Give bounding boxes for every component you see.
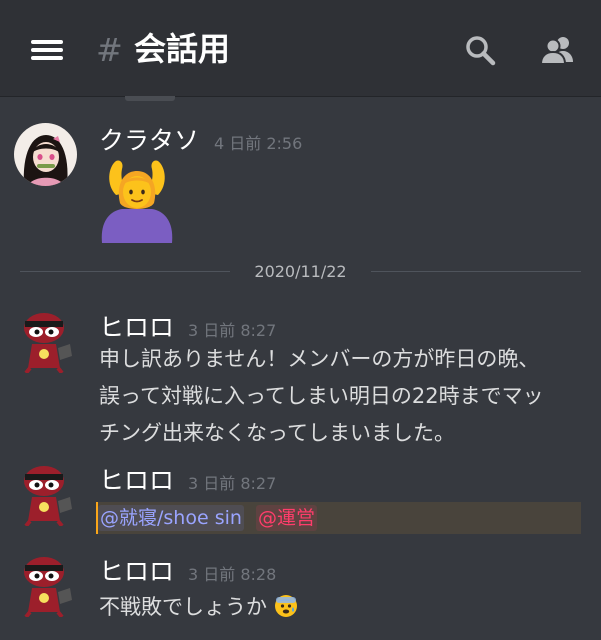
message-text: 不戦敗でしょうか xyxy=(99,592,298,622)
message-author[interactable]: ヒロロ xyxy=(99,557,174,587)
message-text-line: 申し訳ありません！メンバーの方が昨日の晩、 xyxy=(99,347,540,371)
avatar[interactable] xyxy=(14,554,77,617)
members-icon[interactable] xyxy=(540,32,576,68)
message-timestamp: 4 日前 2:56 xyxy=(214,134,303,153)
avatar[interactable] xyxy=(14,463,77,526)
avatar[interactable] xyxy=(14,123,77,186)
channel-header: # 会話用 xyxy=(0,0,601,96)
anxious-face-emoji xyxy=(274,595,297,617)
message-author[interactable]: クラタソ xyxy=(99,126,199,156)
channel-name: 会話用 xyxy=(134,30,231,68)
menu-icon[interactable] xyxy=(31,38,63,62)
user-mention[interactable]: @就寝/shoe sin xyxy=(98,505,244,531)
woman-gesturing-ok-emoji xyxy=(101,160,173,243)
channel-hash-icon: # xyxy=(96,31,123,69)
role-mention[interactable]: @運営 xyxy=(256,505,318,531)
message-timestamp: 3 日前 8:27 xyxy=(188,474,277,493)
date-divider-label: 2020/11/22 xyxy=(246,262,355,281)
date-divider: 2020/11/22 xyxy=(20,262,581,282)
message-timestamp: 3 日前 8:28 xyxy=(188,565,277,584)
message-text-line: チング出来なくなってしまいました。 xyxy=(99,421,455,445)
message-text-line: 誤って対戦に入ってしまい明日の22時までマッ xyxy=(99,384,544,408)
message-author[interactable]: ヒロロ xyxy=(99,313,174,343)
mention-highlight: @就寝/shoe sin @運営 xyxy=(96,502,581,534)
avatar[interactable] xyxy=(14,310,77,373)
scroll-indicator xyxy=(125,96,175,101)
message-timestamp: 3 日前 8:27 xyxy=(188,321,277,340)
message-text-content: 不戦敗でしょうか xyxy=(99,595,267,619)
message-author[interactable]: ヒロロ xyxy=(99,466,174,496)
search-icon[interactable] xyxy=(462,32,498,68)
